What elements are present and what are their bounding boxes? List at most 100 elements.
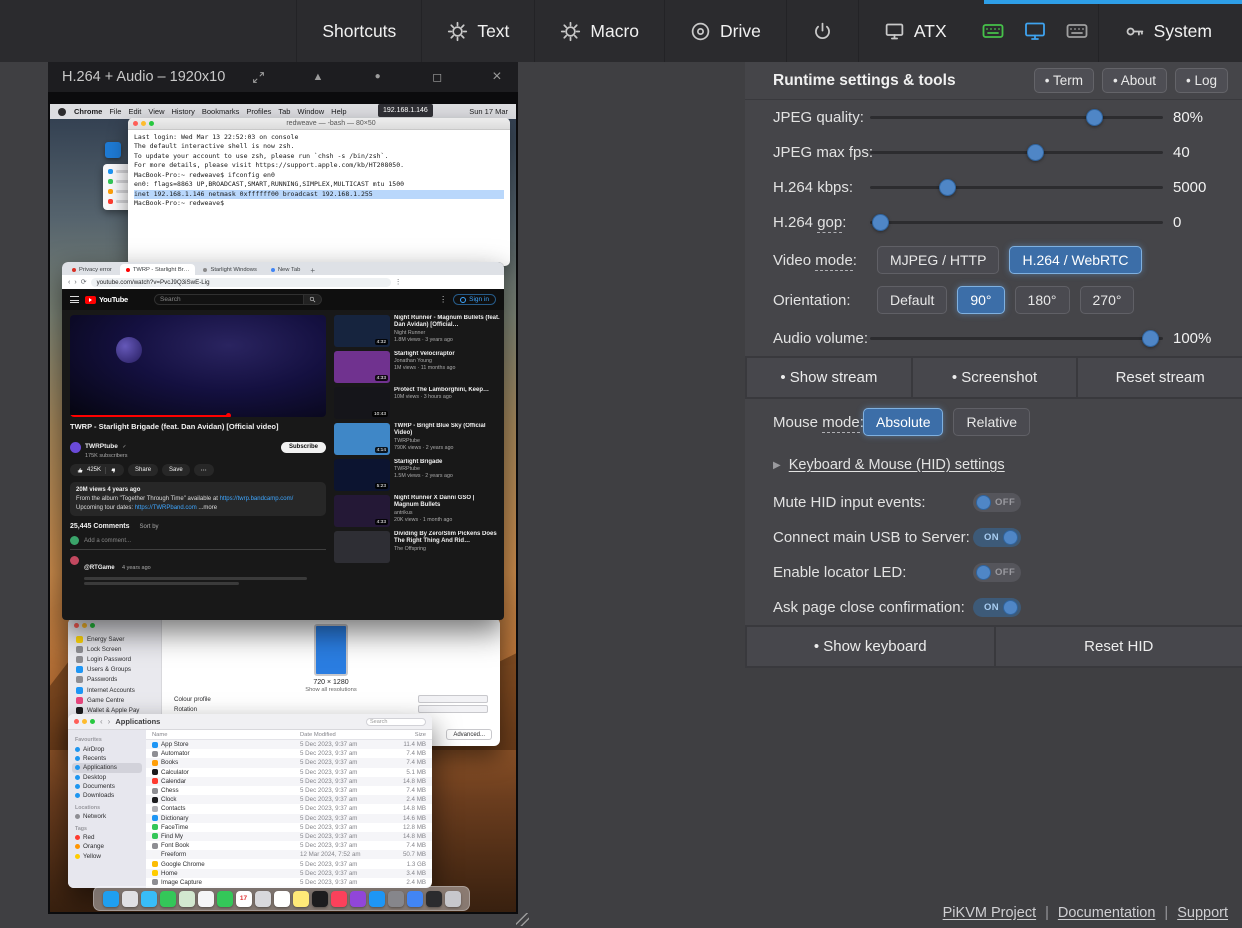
mouse-mode-option[interactable]: Relative [953,408,1030,436]
slider[interactable] [870,144,1163,161]
minimize-traffic-light[interactable] [82,623,87,628]
add-comment-field[interactable]: Add a comment... [84,538,131,544]
stream-action-button[interactable]: Reset stream [1076,358,1242,397]
dock-icon[interactable] [179,891,195,907]
forward-icon[interactable]: › [74,279,76,286]
hid-action-button[interactable]: Reset HID [994,627,1242,666]
finder-sidebar-item[interactable]: Red [72,833,142,842]
back-icon[interactable]: ‹ [100,717,103,726]
advanced-button[interactable]: Advanced... [446,729,492,740]
settings-sidebar-item[interactable]: Game Centre [73,695,156,705]
orientation-option[interactable]: 270° [1080,286,1135,314]
finder-sidebar-item[interactable]: Downloads [72,791,142,800]
dock-icon[interactable] [426,891,442,907]
finder-file-row[interactable]: Dictionary 5 Dec 2023, 9:37 am 14.6 MB [146,814,432,823]
finder-sidebar-item[interactable]: Desktop [72,773,142,782]
orientation-option[interactable]: Default [877,286,947,314]
dock-icon[interactable] [369,891,385,907]
fullscreen-icon[interactable] [249,71,267,84]
stream-action-button[interactable]: • Screenshot [911,358,1077,397]
finder-sidebar-item[interactable]: Network [72,812,142,821]
youtube-menu-icon[interactable]: ⋮ [439,295,447,304]
video-player[interactable] [70,315,326,417]
finder-sidebar-item[interactable]: Documents [72,782,142,791]
reload-icon[interactable]: ⟳ [81,278,87,286]
finder-file-row[interactable]: Clock 5 Dec 2023, 9:37 am 2.4 MB [146,795,432,804]
panel-header-button[interactable]: • Term [1034,68,1094,93]
documentation-link[interactable]: Documentation [1058,905,1156,921]
maximize-icon[interactable]: ◻ [428,71,446,83]
dock-icon[interactable] [217,891,233,907]
slider-thumb[interactable] [1142,330,1159,347]
settings-sidebar-item[interactable]: Login Password [73,654,156,664]
dock-icon[interactable] [407,891,423,907]
slider[interactable] [870,214,1163,231]
finder-file-row[interactable]: App Store 5 Dec 2023, 9:37 am 11.4 MB [146,740,432,749]
settings-sidebar-item[interactable]: Energy Saver [73,634,156,644]
panel-header-button[interactable]: • Log [1175,68,1228,93]
toggle-switch[interactable]: ON [973,598,1021,617]
settings-sidebar-item[interactable]: Lock Screen [73,644,156,654]
dock-icon[interactable] [331,891,347,907]
zoom-traffic-light[interactable] [90,719,95,724]
nav-item-shortcuts[interactable]: Shortcuts [296,0,421,62]
finder-file-row[interactable]: Automator 5 Dec 2023, 9:37 am 7.4 MB [146,749,432,758]
panel-header-button[interactable]: • About [1102,68,1167,93]
video-description[interactable]: 20M views 4 years ago From the album "To… [70,482,326,516]
settings-sidebar-item[interactable]: Users & Groups [73,665,156,675]
share-button[interactable]: Share [128,464,158,476]
search-button[interactable] [304,294,322,305]
colour-profile-dropdown[interactable] [418,695,488,703]
finder-sidebar-item[interactable]: Orange [72,842,142,851]
finder-file-row[interactable]: Calendar 5 Dec 2023, 9:37 am 14.8 MB [146,777,432,786]
browser-tab[interactable]: Privacy error [66,264,118,275]
slider-thumb[interactable] [1027,144,1044,161]
nav-item-power[interactable] [786,0,858,62]
subscribe-button[interactable]: Subscribe [281,442,326,453]
search-input[interactable]: Search [154,294,304,305]
hid-settings-link[interactable]: Keyboard & Mouse (HID) settings [789,457,1005,473]
pikvm-project-link[interactable]: PiKVM Project [943,905,1036,921]
stream-window-header[interactable]: H.264 + Audio – 1920x10 ▲ ● ◻ × [48,62,518,92]
video-mode-option[interactable]: H.264 / WebRTC [1009,246,1141,274]
dock-icon[interactable] [141,891,157,907]
related-video[interactable]: 4:14 TWRP - Bright Blue Sky (Official Vi… [334,423,500,455]
dock-icon[interactable] [255,891,271,907]
finder-sidebar-item[interactable]: Recents [72,754,142,763]
finder-file-row[interactable]: Google Chrome 5 Dec 2023, 9:37 am 1.3 GB [146,859,432,868]
dock-icon[interactable]: 17 [236,891,252,907]
hid-action-button[interactable]: • Show keyboard [745,627,994,666]
slider-thumb[interactable] [1086,109,1103,126]
slider-thumb[interactable] [939,179,956,196]
support-link[interactable]: Support [1177,905,1228,921]
finder-sidebar-item[interactable]: Tags [72,824,142,832]
related-video[interactable]: 5:23 Starlight Brigade TWRPtube 1.5M vie… [334,459,500,491]
close-traffic-light[interactable] [74,623,79,628]
nav-item-atx[interactable]: ATX [858,0,972,62]
finder-file-row[interactable]: Font Book 5 Dec 2023, 9:37 am 7.4 MB [146,841,432,850]
url-field[interactable]: youtube.com/watch?v=PvcJ9Q3iSwE-Lig [91,278,391,287]
minimize-traffic-light[interactable] [82,719,87,724]
close-icon[interactable]: × [488,69,506,85]
toggle-switch[interactable]: OFF [973,493,1021,512]
stream-action-button[interactable]: • Show stream [745,358,911,397]
window-dot-icon[interactable]: ● [369,72,387,82]
browser-menu-icon[interactable]: ⋮ [395,278,402,286]
comment-author[interactable]: @RTGame [84,565,115,571]
related-video[interactable]: 4:32 Night Runner - Magnum Bullets (feat… [334,315,500,347]
dock-icon[interactable] [293,891,309,907]
description-link[interactable]: https://TWRPband.com [135,505,197,511]
slider[interactable] [870,179,1163,196]
finder-sidebar-item[interactable]: Yellow [72,852,142,861]
finder-file-row[interactable]: Home 5 Dec 2023, 9:37 am 3.4 MB [146,869,432,878]
related-video[interactable]: 10:43 Protect The Lamborghini, Keep… 10M… [334,387,500,419]
save-button[interactable]: Save [162,464,190,476]
slider-thumb[interactable] [872,214,889,231]
youtube-logo[interactable]: YouTube [85,295,128,304]
finder-sidebar-item[interactable]: Locations [72,804,142,812]
sort-by-button[interactable]: Sort by [140,524,159,530]
toggle-switch[interactable]: ON [973,528,1021,547]
finder-file-row[interactable]: Contacts 5 Dec 2023, 9:37 am 14.8 MB [146,804,432,813]
video-mode-option[interactable]: MJPEG / HTTP [877,246,999,274]
dock-icon[interactable] [388,891,404,907]
